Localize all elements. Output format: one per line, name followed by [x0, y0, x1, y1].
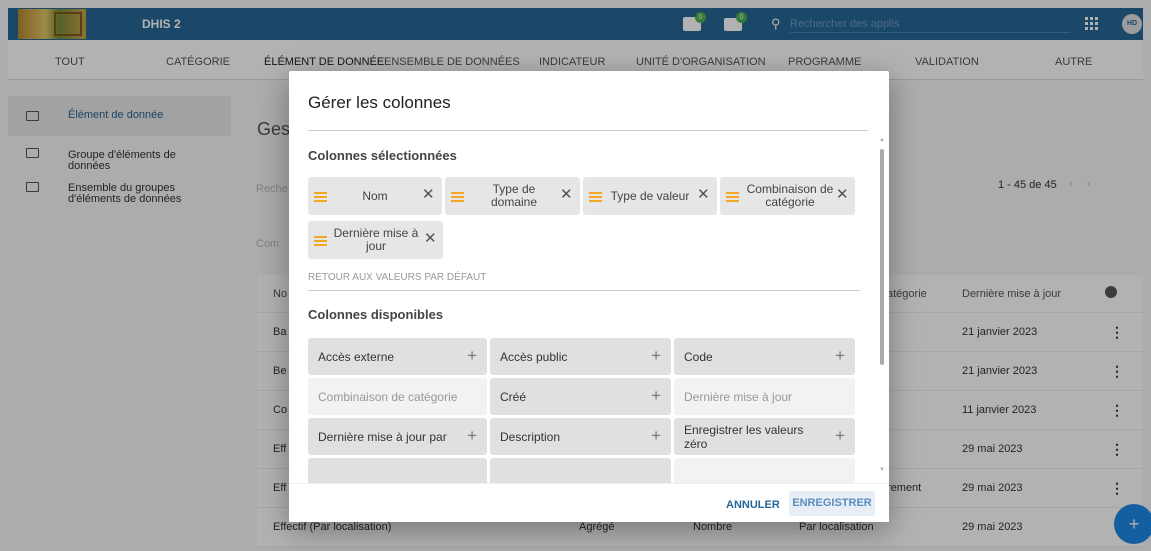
available-column-item: Dernière mise à jour — [674, 378, 855, 415]
close-icon[interactable]: ✕ — [836, 187, 849, 203]
available-column-item[interactable] — [308, 458, 487, 483]
selected-column-chip[interactable]: Type de domaine ✕ — [445, 177, 580, 215]
available-column-item — [674, 458, 855, 483]
drag-handle-icon[interactable] — [589, 192, 602, 202]
available-column-item[interactable]: Accès externe + — [308, 338, 487, 375]
manage-columns-dialog: Gérer les colonnes Colonnes sélectionnée… — [289, 71, 889, 522]
chip-label: Type de domaine — [490, 182, 538, 209]
add-icon[interactable]: + — [835, 427, 845, 445]
scrollbar[interactable]: ▲ ▼ — [879, 137, 885, 481]
item-label: Accès externe — [318, 349, 395, 364]
item-label: Accès public — [500, 349, 568, 364]
selected-column-chip[interactable]: Dernière mise à jour ✕ — [308, 221, 443, 259]
available-column-item[interactable]: Dernière mise à jour par + — [308, 418, 487, 455]
chip-label: Dernière mise à jour — [333, 226, 419, 253]
cancel-button[interactable]: Annuler — [726, 499, 780, 511]
available-column-item[interactable]: Description + — [490, 418, 671, 455]
selected-column-chip[interactable]: Nom ✕ — [308, 177, 442, 215]
item-label: Dernière mise à jour par — [318, 429, 447, 444]
reset-defaults-button[interactable]: Retour aux valeurs par défaut — [308, 272, 486, 283]
available-columns-title: Colonnes disponibles — [308, 307, 444, 322]
scroll-thumb[interactable] — [880, 149, 884, 365]
item-label: Dernière mise à jour — [684, 389, 793, 404]
add-icon[interactable]: + — [467, 347, 477, 365]
add-icon[interactable]: + — [651, 387, 661, 405]
selected-column-chip[interactable]: Combinaison de catégorie ✕ — [720, 177, 855, 215]
close-icon[interactable]: ✕ — [422, 187, 435, 203]
item-label: Combinaison de catégorie — [318, 389, 458, 404]
close-icon[interactable]: ✕ — [560, 187, 573, 203]
selected-columns-title: Colonnes sélectionnées — [308, 148, 457, 163]
available-column-item[interactable]: Enregistrer les valeurs zéro + — [674, 418, 855, 455]
chip-label: Type de valeur — [610, 188, 690, 203]
save-button[interactable]: Enregistrer — [789, 491, 875, 516]
drag-handle-icon[interactable] — [314, 236, 327, 246]
drag-handle-icon[interactable] — [451, 192, 464, 202]
available-column-item: Combinaison de catégorie — [308, 378, 487, 415]
chip-label: Combinaison de catégorie — [746, 182, 834, 209]
add-icon[interactable]: + — [651, 347, 661, 365]
available-column-item[interactable] — [490, 458, 671, 483]
item-label: Créé — [500, 389, 527, 404]
available-column-item[interactable]: Code + — [674, 338, 855, 375]
drag-handle-icon[interactable] — [726, 192, 739, 202]
selected-column-chip[interactable]: Type de valeur ✕ — [583, 177, 717, 215]
dialog-body: Colonnes sélectionnées Nom ✕ Type de dom… — [308, 71, 880, 483]
available-column-item[interactable]: Créé + — [490, 378, 671, 415]
close-icon[interactable]: ✕ — [697, 187, 710, 203]
item-label: Enregistrer les valeurs zéro — [684, 422, 804, 451]
item-label: Description — [500, 429, 561, 444]
chip-label: Nom — [362, 188, 388, 203]
add-icon[interactable]: + — [651, 427, 661, 445]
divider — [308, 290, 860, 291]
close-icon[interactable]: ✕ — [424, 231, 437, 247]
scroll-up-icon[interactable]: ▲ — [879, 137, 885, 143]
dialog-actions: Annuler Enregistrer — [289, 483, 889, 522]
add-icon[interactable]: + — [835, 347, 845, 365]
drag-handle-icon[interactable] — [314, 192, 327, 202]
item-label: Code — [684, 349, 713, 364]
scroll-down-icon[interactable]: ▼ — [879, 467, 885, 473]
add-icon[interactable]: + — [467, 427, 477, 445]
available-column-item[interactable]: Accès public + — [490, 338, 671, 375]
